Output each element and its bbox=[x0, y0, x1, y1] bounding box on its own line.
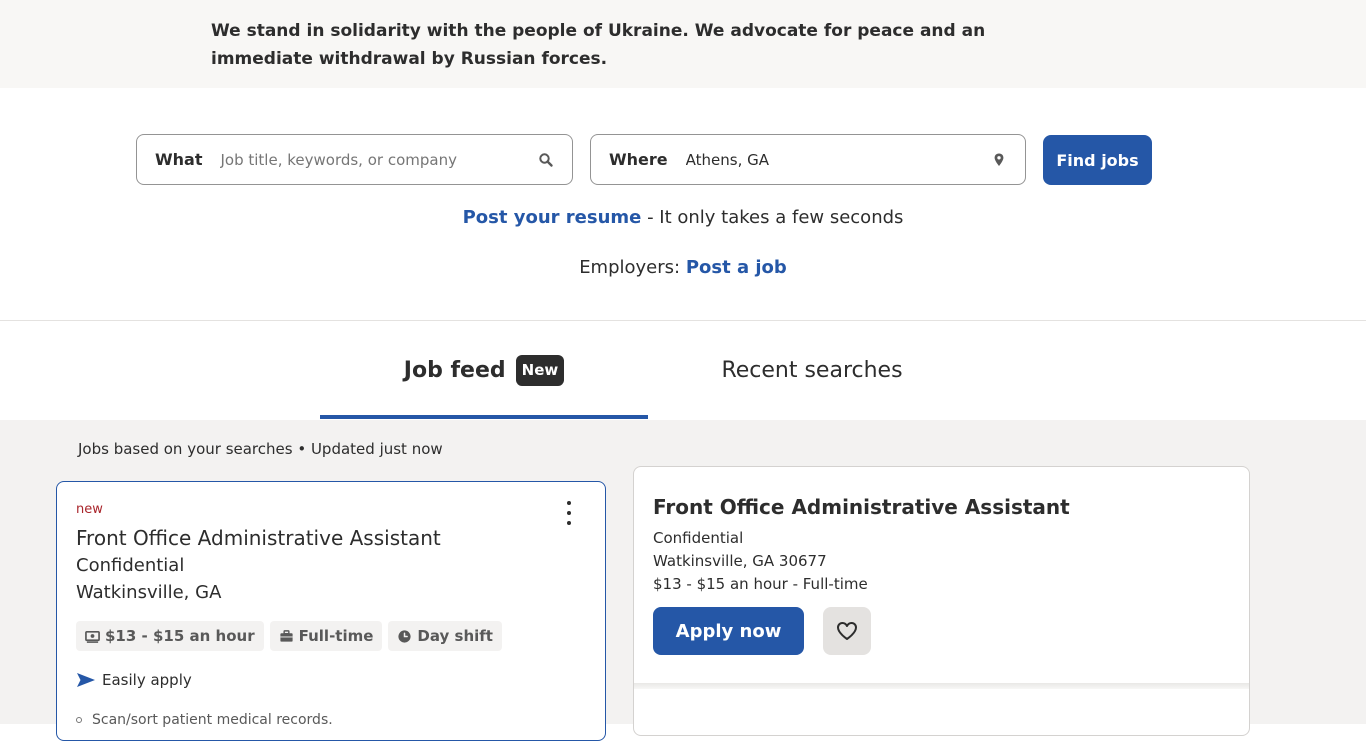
job-snippet-text: Scan/sort patient medical records. bbox=[92, 712, 333, 728]
detail-title: Front Office Administrative Assistant bbox=[653, 495, 1070, 519]
location-pin-icon bbox=[994, 153, 1004, 166]
save-job-button[interactable] bbox=[823, 607, 871, 655]
search-icon bbox=[539, 152, 553, 167]
what-search-box[interactable]: What bbox=[136, 134, 573, 185]
tab-job-feed-label: Job feed bbox=[403, 358, 506, 383]
easily-apply-text: Easily apply bbox=[102, 671, 192, 689]
employers-line: Employers: Post a job bbox=[0, 257, 1366, 278]
job-card[interactable]: new Front Office Administrative Assistan… bbox=[56, 481, 606, 741]
job-snippet: Scan/sort patient medical records. bbox=[76, 712, 333, 728]
heart-icon bbox=[837, 622, 857, 640]
job-type-attribute: Full-time bbox=[269, 621, 383, 651]
salary-text: $13 - $15 an hour bbox=[105, 627, 255, 645]
easily-apply: Easily apply bbox=[76, 671, 192, 689]
bullet-icon bbox=[76, 717, 82, 723]
job-attributes: $13 - $15 an hour Full-time Day shift bbox=[76, 621, 502, 651]
feed-tabs: Job feed New Recent searches bbox=[0, 321, 1366, 420]
job-card-title[interactable]: Front Office Administrative Assistant bbox=[76, 526, 441, 550]
send-arrow-icon bbox=[77, 673, 95, 687]
tab-job-feed[interactable]: Job feed New bbox=[320, 321, 648, 420]
apply-now-button[interactable]: Apply now bbox=[653, 607, 804, 655]
employers-prefix: Employers: bbox=[579, 257, 686, 278]
detail-company: Confidential bbox=[653, 529, 744, 547]
active-tab-indicator bbox=[320, 415, 648, 419]
detail-location: Watkinsville, GA 30677 bbox=[653, 552, 827, 570]
solidarity-banner: We stand in solidarity with the people o… bbox=[0, 0, 1366, 88]
what-input[interactable] bbox=[220, 150, 530, 169]
new-badge: New bbox=[515, 355, 565, 386]
salary-attribute: $13 - $15 an hour bbox=[76, 621, 264, 651]
money-icon bbox=[85, 630, 100, 643]
post-resume-line: Post your resume - It only takes a few s… bbox=[0, 207, 1366, 228]
job-card-location: Watkinsville, GA bbox=[76, 582, 222, 603]
detail-section-separator bbox=[634, 683, 1249, 689]
more-options-icon[interactable] bbox=[557, 498, 581, 528]
detail-pay: $13 - $15 an hour - Full-time bbox=[653, 575, 868, 593]
job-card-company: Confidential bbox=[76, 555, 185, 576]
where-input[interactable] bbox=[685, 150, 983, 169]
tab-recent-searches-label: Recent searches bbox=[721, 358, 903, 383]
job-detail-panel: Front Office Administrative Assistant Co… bbox=[633, 466, 1250, 736]
post-job-link[interactable]: Post a job bbox=[686, 257, 787, 278]
clock-icon bbox=[398, 629, 412, 643]
feed-status: Jobs based on your searches • Updated ju… bbox=[78, 440, 443, 458]
shift-text: Day shift bbox=[417, 627, 493, 645]
find-jobs-button[interactable]: Find jobs bbox=[1043, 135, 1152, 185]
job-type-text: Full-time bbox=[298, 627, 374, 645]
post-resume-suffix: - It only takes a few seconds bbox=[641, 207, 904, 228]
where-label: Where bbox=[609, 150, 668, 169]
post-resume-link[interactable]: Post your resume bbox=[463, 207, 642, 228]
tab-recent-searches[interactable]: Recent searches bbox=[648, 321, 976, 420]
banner-text: We stand in solidarity with the people o… bbox=[211, 21, 986, 69]
shift-attribute: Day shift bbox=[388, 621, 502, 651]
where-search-box[interactable]: Where bbox=[590, 134, 1026, 185]
new-job-tag: new bbox=[76, 502, 103, 517]
briefcase-icon bbox=[280, 629, 293, 642]
what-label: What bbox=[155, 150, 203, 169]
